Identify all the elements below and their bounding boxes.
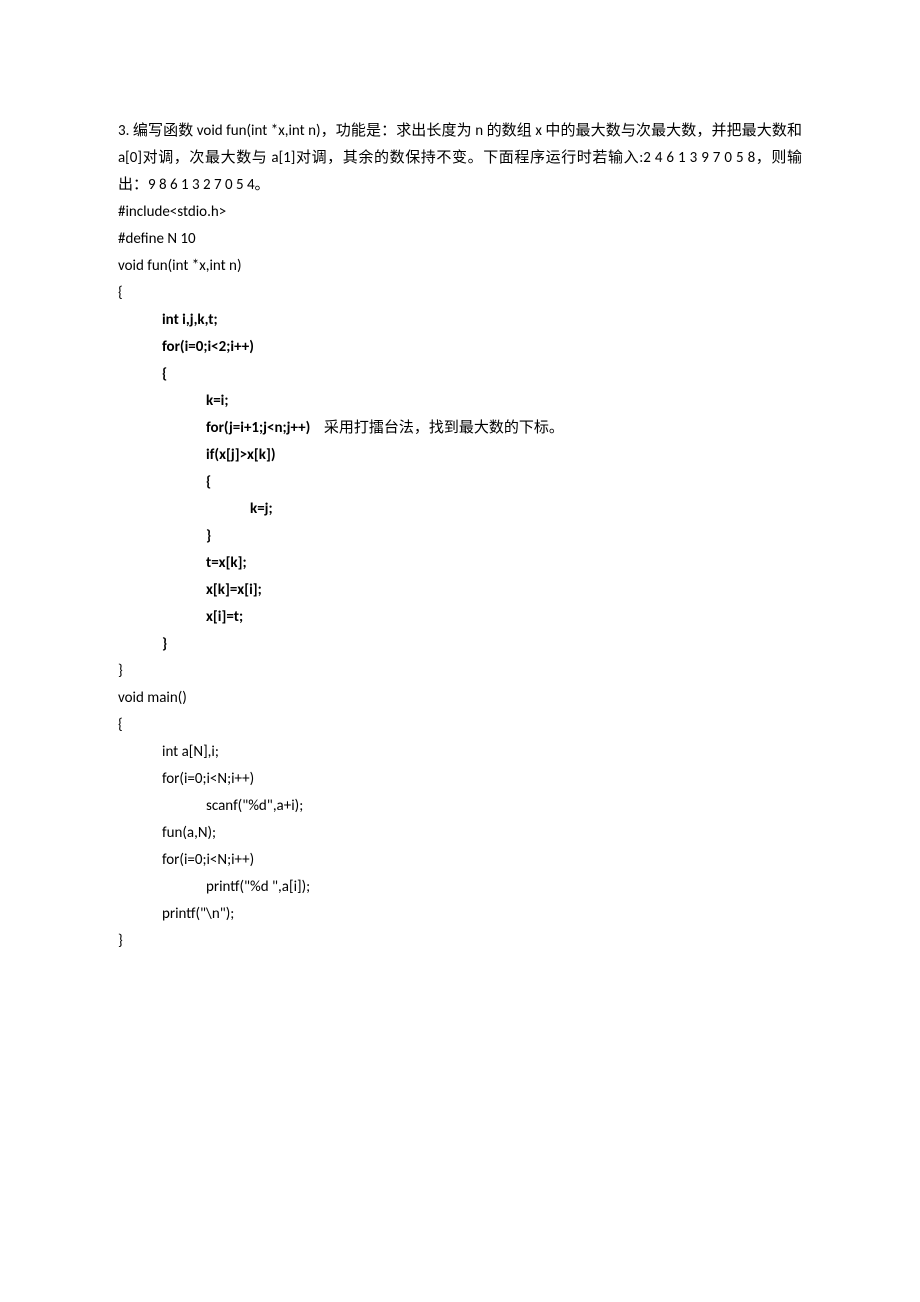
code-line: void fun(int *x,int n) [118, 253, 802, 280]
code-line: k=i; [118, 388, 802, 415]
code-line: fun(a,N); [118, 820, 802, 847]
code-line: if(x[j]>x[k]) [118, 442, 802, 469]
code-line: printf("\n"); [118, 901, 802, 928]
code-fragment: for(j=i+1;j<n;j++) [206, 419, 310, 437]
problem-statement: 3. 编写函数 void fun(int *x,int n)，功能是：求出长度为… [118, 118, 802, 199]
code-line: { [118, 469, 802, 496]
code-line: k=j; [118, 496, 802, 523]
code-line: #define N 10 [118, 226, 802, 253]
code-line: for(j=i+1;j<n;j++) 采用打擂台法，找到最大数的下标。 [118, 415, 802, 442]
code-line: for(i=0;i<N;i++) [118, 847, 802, 874]
code-line: scanf("%d",a+i); [118, 793, 802, 820]
code-line: for(i=0;i<2;i++) [118, 334, 802, 361]
code-line: { [118, 712, 802, 739]
code-line: int a[N],i; [118, 739, 802, 766]
code-line: int i,j,k,t; [118, 307, 802, 334]
code-line: } [118, 631, 802, 658]
code-line: { [118, 361, 802, 388]
code-line: printf("%d ",a[i]); [118, 874, 802, 901]
code-line: x[k]=x[i]; [118, 577, 802, 604]
code-line: { [118, 280, 802, 307]
code-line: void main() [118, 685, 802, 712]
code-line: t=x[k]; [118, 550, 802, 577]
code-line: for(i=0;i<N;i++) [118, 766, 802, 793]
code-line: #include<stdio.h> [118, 199, 802, 226]
code-comment: 采用打擂台法，找到最大数的下标。 [310, 419, 564, 437]
document-page: 3. 编写函数 void fun(int *x,int n)，功能是：求出长度为… [0, 0, 920, 955]
code-line: } [118, 928, 802, 955]
code-line: } [118, 523, 802, 550]
code-line: } [118, 658, 802, 685]
code-line: x[i]=t; [118, 604, 802, 631]
